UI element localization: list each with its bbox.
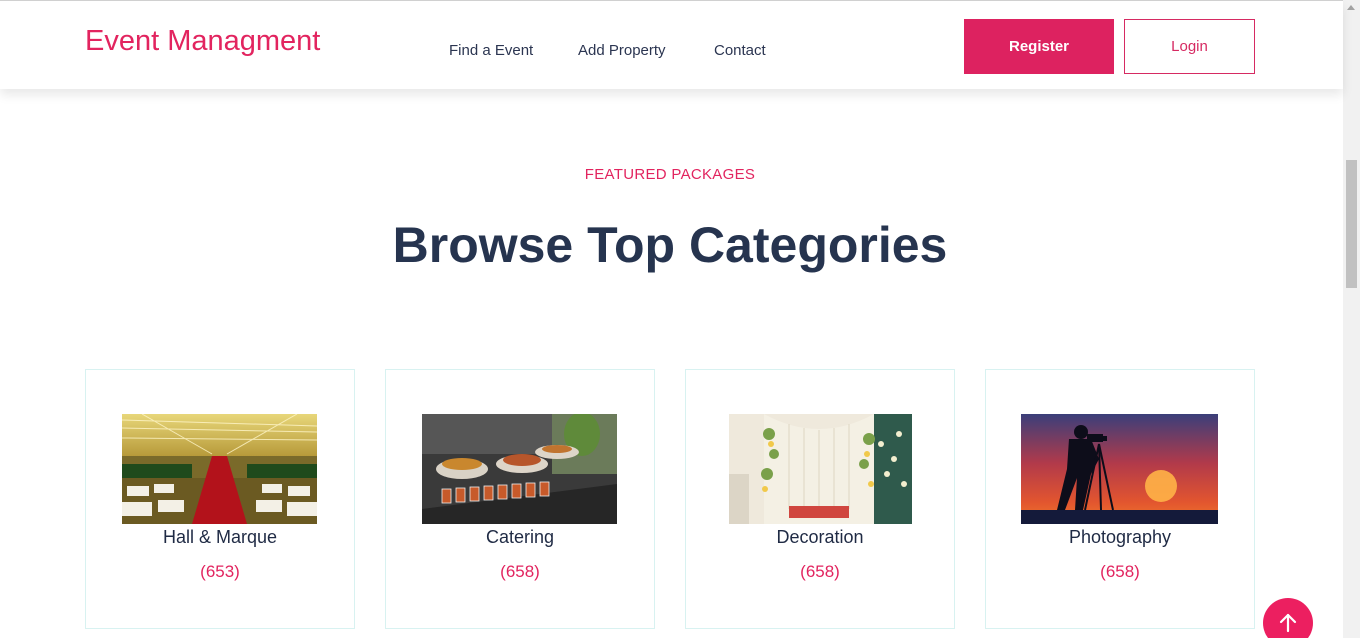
- site-header: Event Managment Find a Event Add Propert…: [0, 0, 1343, 89]
- arrow-up-icon: [1279, 613, 1297, 633]
- category-name[interactable]: Catering: [386, 527, 654, 548]
- nav-contact[interactable]: Contact: [714, 42, 766, 59]
- category-name[interactable]: Photography: [986, 527, 1254, 548]
- category-count: (658): [500, 562, 540, 581]
- section-eyebrow: FEATURED PACKAGES: [584, 166, 756, 183]
- section-title: Browse Top Categories: [392, 217, 948, 273]
- scroll-up-arrow-icon[interactable]: [1347, 5, 1355, 10]
- category-card-decoration[interactable]: Decoration (658): [685, 369, 955, 629]
- category-name[interactable]: Decoration: [686, 527, 954, 548]
- photography-photo[interactable]: [1021, 414, 1218, 524]
- category-count: (653): [200, 562, 240, 581]
- category-card-hall[interactable]: Hall & Marque (653): [85, 369, 355, 629]
- nav-find-event[interactable]: Find a Event: [449, 42, 533, 59]
- nav-add-property[interactable]: Add Property: [578, 42, 666, 59]
- login-button[interactable]: Login: [1124, 19, 1255, 74]
- scroll-thumb[interactable]: [1346, 160, 1357, 288]
- page-scrollbar[interactable]: [1343, 0, 1360, 638]
- category-card-catering[interactable]: Catering (658): [385, 369, 655, 629]
- decoration-photo[interactable]: [729, 414, 912, 524]
- category-count: (658): [800, 562, 840, 581]
- category-name[interactable]: Hall & Marque: [86, 527, 354, 548]
- category-count: (658): [1100, 562, 1140, 581]
- register-button[interactable]: Register: [964, 19, 1114, 74]
- brand-logo[interactable]: Event Managment: [85, 25, 320, 58]
- hall-photo[interactable]: [122, 414, 317, 524]
- catering-photo[interactable]: [422, 414, 617, 524]
- category-card-photography[interactable]: Photography (658): [985, 369, 1255, 629]
- back-to-top-button[interactable]: [1263, 598, 1313, 638]
